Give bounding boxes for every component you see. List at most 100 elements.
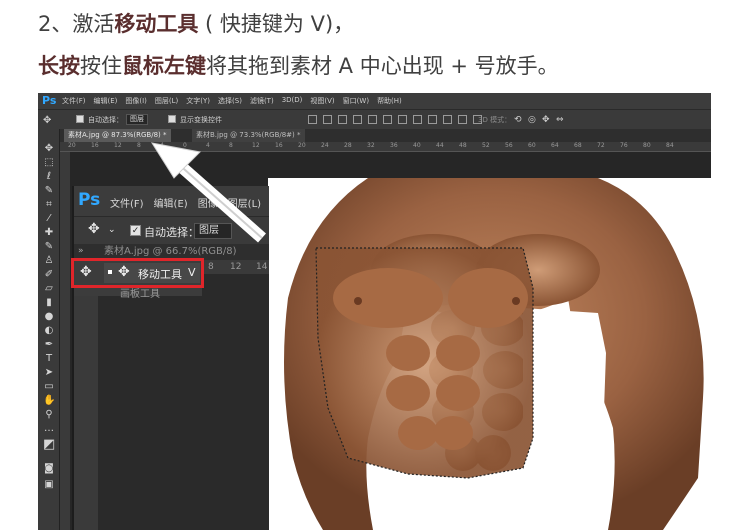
move-tool-icon[interactable]: ✥: [43, 115, 51, 126]
3d-roll-icon[interactable]: ◎: [528, 115, 536, 125]
align-icon[interactable]: [413, 115, 422, 124]
dodge-tool-icon[interactable]: ◐: [43, 325, 55, 337]
desc-text-1: 按住: [80, 54, 122, 78]
screen-mode-icon[interactable]: ▣: [43, 479, 55, 491]
ruler-label: 60: [528, 142, 536, 149]
ruler-label: 8: [229, 142, 233, 149]
align-icon[interactable]: [458, 115, 467, 124]
align-icon[interactable]: [353, 115, 362, 124]
pen-tool-icon[interactable]: ✒: [43, 339, 55, 351]
ruler-label: 24: [321, 142, 329, 149]
move-tool-icon[interactable]: ✥: [43, 143, 55, 155]
crop-tool-icon[interactable]: ⌗: [43, 199, 55, 211]
auto-select-checkbox[interactable]: ✓: [130, 225, 141, 236]
3d-slide-icon[interactable]: ⇔: [556, 115, 564, 125]
ps-logo: Ps: [42, 94, 57, 107]
align-icon[interactable]: [368, 115, 377, 124]
menu-window[interactable]: 窗口(W): [343, 96, 369, 106]
show-transform-checkbox[interactable]: [168, 115, 176, 123]
ruler-label: 36: [390, 142, 398, 149]
ruler-label: 40: [413, 142, 421, 149]
menu-filter[interactable]: 滤镜(T): [250, 96, 274, 106]
chevron-down-icon[interactable]: ⌄: [108, 225, 116, 235]
shape-tool-icon[interactable]: ▭: [43, 381, 55, 393]
menu-select[interactable]: 选择(S): [218, 96, 242, 106]
ruler-label: 14: [256, 262, 268, 272]
ruler-label: 80: [643, 142, 651, 149]
inset-menu-edit[interactable]: 编辑(E): [154, 195, 188, 210]
ruler-label: 76: [620, 142, 628, 149]
brush-tool-icon[interactable]: ✎: [43, 241, 55, 253]
nipple-left: [354, 297, 362, 305]
path-select-icon[interactable]: ➤: [43, 367, 55, 379]
highlight-box: [71, 258, 204, 288]
ruler-left: [60, 152, 70, 530]
ruler-label: 68: [574, 142, 582, 149]
quick-select-icon[interactable]: ✎: [43, 185, 55, 197]
marquee-tool-icon[interactable]: ⬚: [43, 157, 55, 169]
menu-type[interactable]: 文字(Y): [186, 96, 210, 106]
ruler-label: 44: [436, 142, 444, 149]
ruler-label: 84: [666, 142, 674, 149]
tab-material-a[interactable]: 素材A.jpg @ 87.3%(RGB/8) *: [64, 129, 171, 142]
inset-tools-panel: [74, 260, 98, 530]
inset-ps-logo: Ps: [78, 190, 101, 210]
panel-collapse-icon[interactable]: »: [78, 246, 84, 256]
align-icon[interactable]: [308, 115, 317, 124]
3d-orbit-icon[interactable]: ⟲: [514, 115, 522, 125]
align-icon[interactable]: [398, 115, 407, 124]
align-icon[interactable]: [443, 115, 452, 124]
menu-layer[interactable]: 图层(L): [155, 96, 178, 106]
quick-mask-icon[interactable]: ◙: [43, 463, 55, 475]
more-tools-icon[interactable]: …: [43, 423, 55, 435]
blur-tool-icon[interactable]: ●: [43, 311, 55, 323]
ruler-label: 12: [114, 142, 122, 149]
zoom-tool-icon[interactable]: ⚲: [43, 409, 55, 421]
ruler-label: 8: [208, 262, 214, 272]
menu-image[interactable]: 图像(I): [125, 96, 147, 106]
nipple-right: [512, 297, 520, 305]
3d-pan-icon[interactable]: ✥: [542, 115, 550, 125]
inset-menu-layer[interactable]: 图层(L): [228, 195, 261, 210]
step-description: 长按按住鼠标左键将其拖到素材 A 中心出现 + 号放手。: [38, 50, 559, 80]
inset-menu-image[interactable]: 图像: [198, 195, 218, 210]
align-icon[interactable]: [428, 115, 437, 124]
ruler-label: 0: [183, 142, 187, 149]
ruler-label: 20: [298, 142, 306, 149]
auto-select-checkbox[interactable]: [76, 115, 84, 123]
healing-brush-icon[interactable]: ✚: [43, 227, 55, 239]
tab-material-b[interactable]: 素材B.jpg @ 73.3%(RGB/8#) *: [192, 129, 305, 142]
clone-stamp-icon[interactable]: ♙: [43, 255, 55, 267]
color-swatches-icon[interactable]: ◩: [43, 438, 55, 451]
step-suffix: ( 快捷键为 V)，: [198, 12, 355, 36]
document-tabs: 素材A.jpg @ 87.3%(RGB/8) * 素材B.jpg @ 73.3%…: [60, 129, 711, 142]
align-icon[interactable]: [383, 115, 392, 124]
inset-menu-bar: Ps 文件(F) 编辑(E) 图像 图层(L): [74, 186, 269, 216]
inset-menu-file[interactable]: 文件(F): [110, 195, 144, 210]
menu-3d[interactable]: 3D(D): [282, 96, 303, 106]
step-emphasis: 移动工具: [114, 12, 199, 36]
hand-tool-icon[interactable]: ✋: [43, 395, 55, 407]
menu-view[interactable]: 视图(V): [310, 96, 334, 106]
layer-select-dropdown[interactable]: 图层: [126, 114, 148, 125]
layer-select-dropdown[interactable]: 图层: [194, 223, 232, 239]
menu-file[interactable]: 文件(F): [62, 96, 86, 106]
ruler-label: 12: [252, 142, 260, 149]
menu-help[interactable]: 帮助(H): [377, 96, 402, 106]
type-tool-icon[interactable]: T: [43, 353, 55, 365]
eyedropper-icon[interactable]: ⁄: [43, 213, 55, 225]
tools-panel: ✥ ⬚ ℓ ✎ ⌗ ⁄ ✚ ✎ ♙ ✐ ▱ ▮ ● ◐ ✒ T ➤ ▭ ✋ ⚲ …: [38, 129, 60, 530]
auto-select-label: 自动选择：: [144, 226, 199, 239]
menu-items: 文件(F) 编辑(E) 图像(I) 图层(L) 文字(Y) 选择(S) 滤镜(T…: [62, 96, 402, 106]
menu-edit[interactable]: 编辑(E): [94, 96, 118, 106]
lasso-tool-icon[interactable]: ℓ: [43, 171, 55, 183]
document-image: [268, 178, 711, 530]
align-icon[interactable]: [338, 115, 347, 124]
align-icon[interactable]: [323, 115, 332, 124]
gradient-tool-icon[interactable]: ▮: [43, 297, 55, 309]
step-title: 2、激活移动工具 ( 快捷键为 V)，: [38, 8, 354, 38]
ruler-label: 52: [482, 142, 490, 149]
move-tool-icon[interactable]: ✥: [88, 221, 100, 237]
history-brush-icon[interactable]: ✐: [43, 269, 55, 281]
eraser-icon[interactable]: ▱: [43, 283, 55, 295]
